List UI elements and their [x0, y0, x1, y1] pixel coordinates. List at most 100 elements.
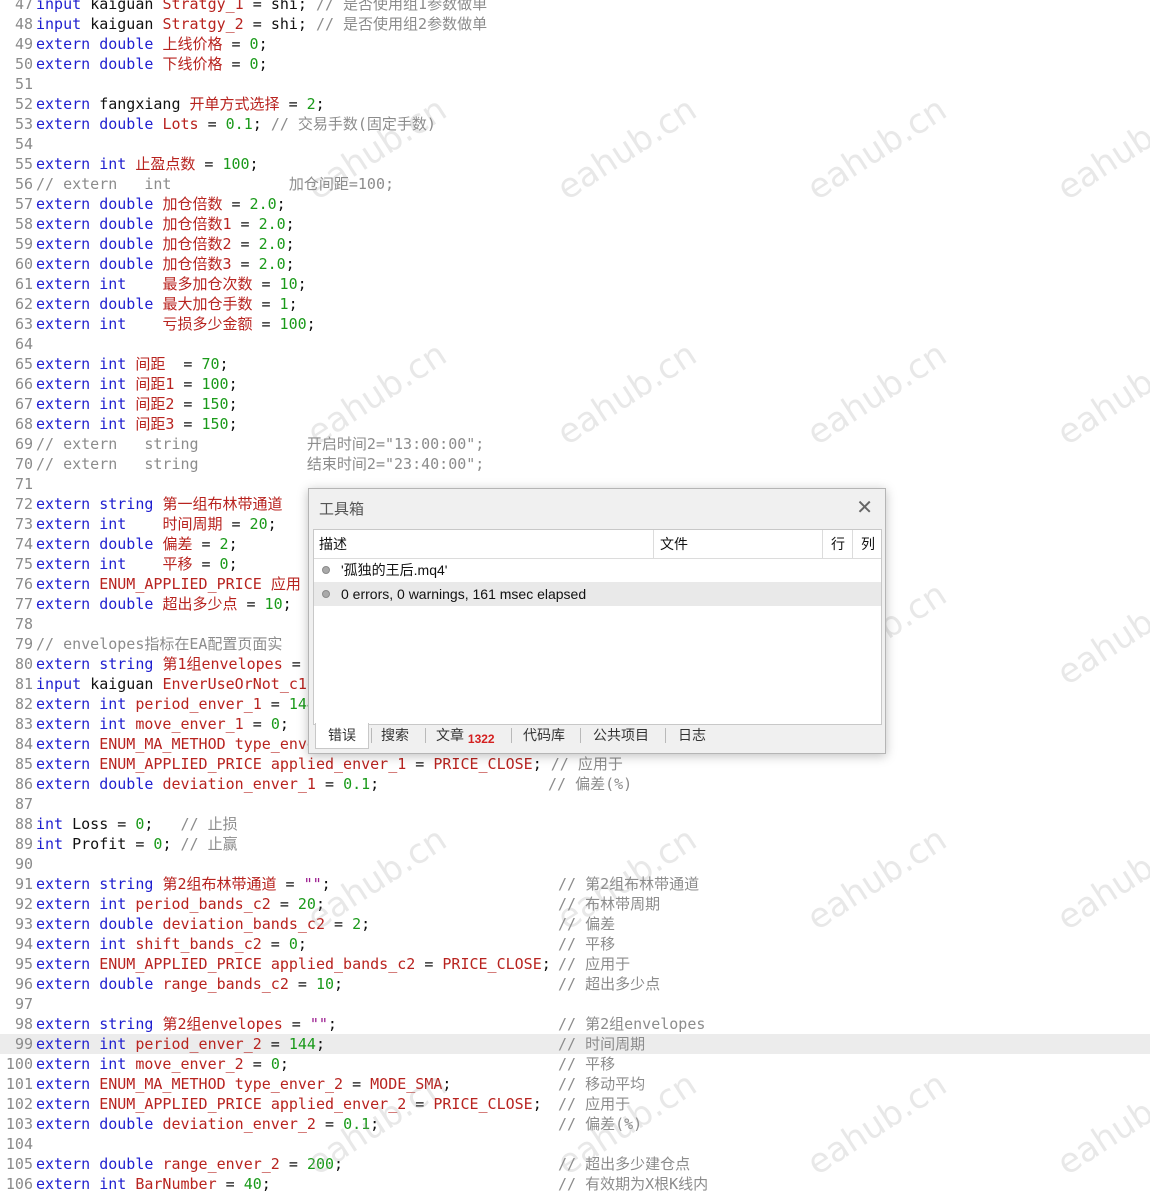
code-text: extern ENUM_MA_METHOD type_enver_2 = MOD… [36, 1075, 452, 1093]
code-line[interactable]: 65 extern int 间距 = 70; [0, 354, 1150, 374]
code-text: extern double 加仓倍数2 = 2.0; [36, 235, 295, 253]
line-number: 102 [5, 1095, 33, 1113]
tab-label: 文章 [436, 727, 464, 743]
line-number: 50 [14, 55, 33, 73]
code-line[interactable]: 88 int Loss = 0; // 止损 [0, 814, 1150, 834]
code-line[interactable]: 49 extern double 上线价格 = 0; [0, 34, 1150, 54]
code-line[interactable]: 66 extern int 间距1 = 100; [0, 374, 1150, 394]
line-number: 77 [14, 595, 33, 613]
code-text: extern int 最多加仓次数 = 10; [36, 275, 307, 293]
code-line[interactable]: 63 extern int 亏损多少金额 = 100; [0, 314, 1150, 334]
line-number: 65 [14, 355, 33, 373]
line-number: 88 [14, 815, 33, 833]
code-text: extern ENUM_APPLIED_PRICE applied_enver_… [36, 755, 623, 773]
code-line[interactable]: 67 extern int 间距2 = 150; [0, 394, 1150, 414]
column-header-file[interactable]: 文件 [653, 530, 820, 558]
code-line[interactable]: 91 extern string 第2组布林带通道 = ""; // 第2组布林带通… [0, 874, 1150, 894]
code-line[interactable]: 95 extern ENUM_APPLIED_PRICE applied_band… [0, 954, 1150, 974]
code-line[interactable]: 103 extern double deviation_enver_2 = 0.1… [0, 1114, 1150, 1134]
line-number: 47 [14, 0, 33, 13]
code-line[interactable]: 70// extern string 结束时间2="23:40:00"; [0, 454, 1150, 474]
code-text: extern int 间距3 = 150; [36, 415, 238, 433]
tab-public-projects[interactable]: 公共项目 [593, 723, 649, 747]
code-line[interactable]: 86 extern double deviation_enver_1 = 0.1;… [0, 774, 1150, 794]
code-text: extern ENUM_APPLIED_PRICE applied_enver_… [36, 1095, 542, 1113]
table-row[interactable]: 0 errors, 0 warnings, 161 msec elapsed [314, 582, 881, 606]
code-text: extern int 间距 = 70; [36, 355, 229, 373]
tab-search[interactable]: 搜索 [381, 723, 409, 747]
tab-label: 错误 [328, 727, 356, 743]
code-line[interactable]: 105 extern double range_enver_2 = 200; // … [0, 1154, 1150, 1174]
code-line[interactable]: 61 extern int 最多加仓次数 = 10; [0, 274, 1150, 294]
line-number: 84 [14, 735, 33, 753]
code-line[interactable]: 68 extern int 间距3 = 150; [0, 414, 1150, 434]
line-number: 97 [14, 995, 33, 1013]
message-text: '孤独的王后.mq4' [341, 562, 448, 578]
code-line[interactable]: 47 input kaiguan Stratgy_1 = shi; // 是否使用… [0, 0, 1150, 14]
tab-errors[interactable]: 错误 [315, 723, 369, 749]
line-number: 49 [14, 35, 33, 53]
column-header-column[interactable]: 列 [852, 530, 889, 558]
code-line[interactable]: 60 extern double 加仓倍数3 = 2.0; [0, 254, 1150, 274]
code-line[interactable]: 51 [0, 74, 1150, 94]
code-line[interactable]: 50 extern double 下线价格 = 0; [0, 54, 1150, 74]
code-text: extern int period_bands_c2 = 20; [36, 895, 325, 913]
code-text: extern double 加仓倍数3 = 2.0; [36, 255, 295, 273]
column-header-description[interactable]: 描述 [319, 530, 347, 558]
tab-label: 日志 [678, 727, 706, 743]
code-comment: // 第2组布林带通道 [558, 875, 700, 893]
code-line[interactable]: 56// extern int 加仓间距=100; [0, 174, 1150, 194]
line-number: 81 [14, 675, 33, 693]
toolbox-title: 工具箱 [319, 501, 365, 518]
line-number: 91 [14, 875, 33, 893]
table-row[interactable]: '孤独的王后.mq4' [314, 558, 881, 582]
code-line[interactable]: 101 extern ENUM_MA_METHOD type_enver_2 = … [0, 1074, 1150, 1094]
code-text: int Profit = 0; // 止赢 [36, 835, 238, 853]
code-text: extern int shift_bands_c2 = 0; [36, 935, 307, 953]
code-line[interactable]: 53 extern double Lots = 0.1; // 交易手数(固定手数… [0, 114, 1150, 134]
line-number: 100 [5, 1055, 33, 1073]
code-line[interactable]: 64 [0, 334, 1150, 354]
code-line[interactable]: 62 extern double 最大加仓手数 = 1; [0, 294, 1150, 314]
code-line[interactable]: 85 extern ENUM_APPLIED_PRICE applied_enve… [0, 754, 1150, 774]
line-number: 53 [14, 115, 33, 133]
code-line[interactable]: 58 extern double 加仓倍数1 = 2.0; [0, 214, 1150, 234]
code-line[interactable]: 102 extern ENUM_APPLIED_PRICE applied_env… [0, 1094, 1150, 1114]
code-line[interactable]: 52 extern fangxiang 开单方式选择 = 2; [0, 94, 1150, 114]
code-line[interactable]: 98 extern string 第2组envelopes = ""; // 第2组… [0, 1014, 1150, 1034]
code-line[interactable]: 104 [0, 1134, 1150, 1154]
code-line[interactable]: 94 extern int shift_bands_c2 = 0; // 平移 [0, 934, 1150, 954]
code-line[interactable]: 59 extern double 加仓倍数2 = 2.0; [0, 234, 1150, 254]
code-line[interactable]: 69// extern string 开启时间2="13:00:00"; [0, 434, 1150, 454]
code-line[interactable]: 89 int Profit = 0; // 止赢 [0, 834, 1150, 854]
code-line[interactable]: 97 [0, 994, 1150, 1014]
tab-articles[interactable]: 文章 1322 [436, 723, 495, 747]
close-icon[interactable]: ✕ [856, 495, 873, 520]
code-line[interactable]: 96 extern double range_bands_c2 = 10; // 超… [0, 974, 1150, 994]
code-text: int Loss = 0; // 止损 [36, 815, 238, 833]
code-text: extern double 最大加仓手数 = 1; [36, 295, 298, 313]
code-comment: // 偏差 [558, 915, 616, 933]
code-line[interactable]: 87 [0, 794, 1150, 814]
line-number: 73 [14, 515, 33, 533]
line-number: 99 [14, 1035, 33, 1053]
code-text: extern double range_enver_2 = 200; [36, 1155, 344, 1173]
code-line[interactable]: 57 extern double 加仓倍数 = 2.0; [0, 194, 1150, 214]
code-text: extern double 加仓倍数 = 2.0; [36, 195, 286, 213]
code-line[interactable]: 92 extern int period_bands_c2 = 20; // 布林带… [0, 894, 1150, 914]
code-line[interactable]: 100 extern int move_enver_2 = 0; // 平移 [0, 1054, 1150, 1074]
code-line[interactable]: 99 extern int period_enver_2 = 144; // 时间周… [0, 1034, 1150, 1054]
code-text: extern int 时间周期 = 20; [36, 515, 277, 533]
line-number: 68 [14, 415, 33, 433]
code-text: input kaiguan Stratgy_1 = shi; // 是否使用组1… [36, 0, 488, 13]
tab-journal[interactable]: 日志 [678, 723, 706, 747]
tab-codebase[interactable]: 代码库 [523, 723, 565, 747]
code-line[interactable]: 48 input kaiguan Stratgy_2 = shi; // 是否使用… [0, 14, 1150, 34]
status-dot-icon [322, 590, 330, 598]
code-line[interactable]: 55 extern int 止盈点数 = 100; [0, 154, 1150, 174]
code-line[interactable]: 106 extern int BarNumber = 40; // 有效期为X根K线… [0, 1174, 1150, 1194]
code-line[interactable]: 90 [0, 854, 1150, 874]
code-line[interactable]: 93 extern double deviation_bands_c2 = 2; /… [0, 914, 1150, 934]
line-number: 55 [14, 155, 33, 173]
code-line[interactable]: 54 [0, 134, 1150, 154]
